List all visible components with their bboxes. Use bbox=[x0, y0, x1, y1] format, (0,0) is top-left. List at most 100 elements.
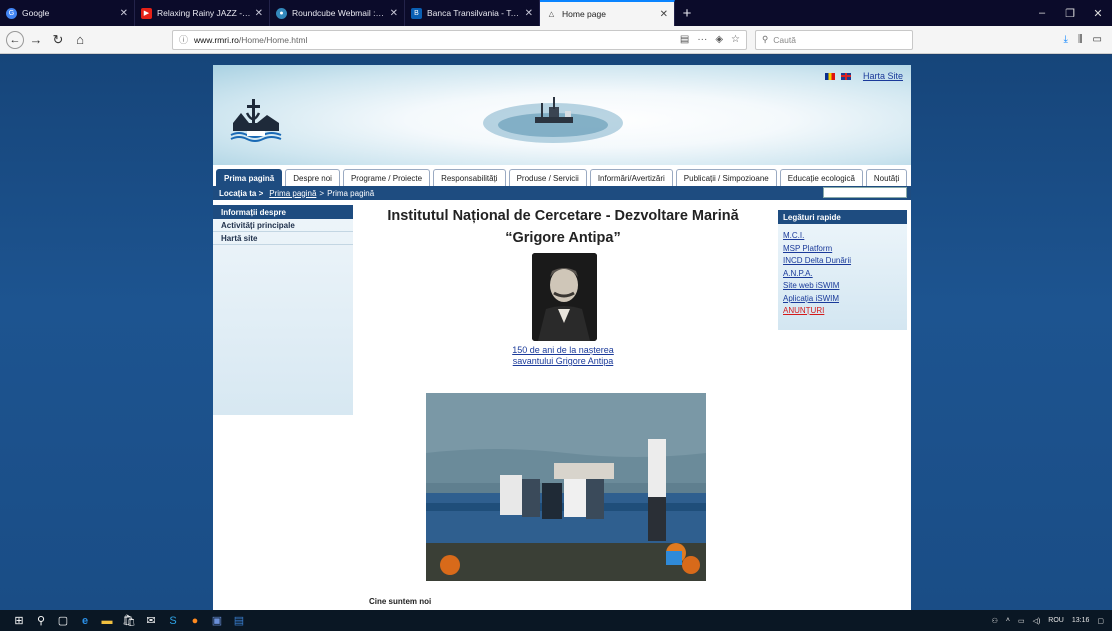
close-icon[interactable]: ✕ bbox=[255, 8, 263, 19]
breadcrumb-separator: > bbox=[319, 188, 325, 198]
clock[interactable]: 13:16 bbox=[1072, 617, 1090, 625]
sidebar-item-harta-site[interactable]: Hartă site bbox=[213, 232, 353, 245]
window-controls: – ❐ ✕ bbox=[1028, 0, 1112, 26]
quick-links-list: M.C.I. MSP Platform INCD Delta Dunării A… bbox=[778, 224, 907, 318]
menu-tab-noutati[interactable]: Noutăți bbox=[865, 169, 908, 186]
menu-tab-responsabilitati[interactable]: Responsabilități bbox=[433, 169, 506, 186]
reader-view-icon[interactable]: ▤ bbox=[680, 34, 689, 45]
chevron-up-icon[interactable]: ˄ bbox=[1006, 617, 1010, 624]
breadcrumb: Locația ta > Prima pagină > Prima pagină bbox=[213, 186, 911, 200]
library-icon[interactable]: ⫼ bbox=[1078, 34, 1083, 45]
tab-label: Relaxing Rainy JAZZ - Amaz bbox=[157, 8, 251, 18]
volume-icon[interactable]: ◁) bbox=[1033, 617, 1041, 625]
language-indicator[interactable]: ROU bbox=[1048, 617, 1064, 624]
menu-tab-programe-proiecte[interactable]: Programe / Proiecte bbox=[342, 169, 431, 186]
minimize-icon[interactable]: – bbox=[1028, 7, 1056, 19]
mail-icon: ● bbox=[276, 7, 287, 19]
search-icon: ⚲ bbox=[762, 34, 769, 44]
tab-home-page[interactable]: △ Home page ✕ bbox=[540, 0, 675, 26]
menu-tab-despre-noi[interactable]: Despre noi bbox=[285, 169, 340, 186]
close-icon[interactable]: ✕ bbox=[660, 9, 668, 20]
windows-start-icon[interactable]: ⊞ bbox=[8, 610, 30, 631]
main-content: Institutul Național de Cercetare - Dezvo… bbox=[353, 205, 773, 606]
home-button[interactable]: ⌂ bbox=[70, 30, 90, 50]
save-icon[interactable]: ▣ bbox=[206, 610, 228, 631]
network-icon[interactable]: ▭ bbox=[1018, 617, 1025, 625]
tab-google[interactable]: G Google ✕ bbox=[0, 0, 135, 26]
english-flag-icon[interactable] bbox=[840, 72, 851, 80]
search-icon[interactable]: ⚲ bbox=[30, 610, 52, 631]
toolbar-icons: ⤓ ⫼ ▭ bbox=[1064, 34, 1106, 45]
close-icon[interactable]: ✕ bbox=[390, 8, 398, 19]
breadcrumb-label: Locația ta > bbox=[219, 188, 264, 198]
back-button[interactable]: ← bbox=[6, 30, 24, 49]
info-icon[interactable]: ⓘ bbox=[179, 33, 188, 46]
link-anpa[interactable]: A.N.P.A. bbox=[783, 268, 902, 281]
page-container: Harta Site Prima pagină Despre noi Progr… bbox=[213, 65, 911, 610]
menu-tab-educatie-ecologica[interactable]: Educație ecologică bbox=[779, 169, 863, 186]
harta-site-link[interactable]: Harta Site bbox=[863, 71, 903, 81]
sidebar-icon[interactable]: ▭ bbox=[1093, 34, 1102, 45]
grigore-antipa-portrait[interactable] bbox=[532, 253, 597, 341]
site-search-input[interactable] bbox=[823, 187, 907, 198]
close-window-icon[interactable]: ✕ bbox=[1084, 7, 1112, 20]
app-icon[interactable]: ▤ bbox=[228, 610, 250, 631]
breadcrumb-link-home[interactable]: Prima pagină bbox=[269, 189, 316, 198]
anniversary-link[interactable]: 150 de ani de la nașterea savantului Gri… bbox=[453, 345, 673, 367]
url-host: www.rmri.ro bbox=[194, 34, 239, 45]
task-view-icon[interactable]: ▢ bbox=[52, 610, 74, 631]
tab-youtube[interactable]: ▶ Relaxing Rainy JAZZ - Amaz ✕ bbox=[135, 0, 270, 26]
notifications-icon[interactable]: ▢ bbox=[1097, 617, 1104, 625]
main-menu: Prima pagină Despre noi Programe / Proie… bbox=[216, 169, 908, 186]
url-bar[interactable]: ⓘ www.rmri.ro /Home/Home.html ▤ ··· ◈ ☆ bbox=[172, 29, 747, 50]
close-icon[interactable]: ✕ bbox=[120, 8, 128, 19]
page-title: Institutul Național de Cercetare - Dezvo… bbox=[387, 208, 739, 224]
link-mci[interactable]: M.C.I. bbox=[783, 230, 902, 243]
tab-label: Roundcube Webmail :: Inbox bbox=[292, 8, 386, 18]
romanian-flag-icon[interactable] bbox=[824, 72, 835, 80]
search-placeholder: Caută bbox=[773, 34, 796, 45]
sidebar-item-activitati[interactable]: Activități principale bbox=[213, 219, 353, 232]
quick-links-header: Legături rapide bbox=[778, 210, 907, 224]
tab-label: Google bbox=[22, 8, 50, 18]
url-path: /Home/Home.html bbox=[238, 34, 308, 45]
file-explorer-icon[interactable]: ▬ bbox=[96, 610, 118, 631]
link-msp-platform[interactable]: MSP Platform bbox=[783, 243, 902, 256]
sidebar-header: Informații despre bbox=[213, 205, 353, 219]
windows-taskbar: ⊞ ⚲ ▢ e ▬ 🛍 ✉ S ● ▣ ▤ ⚇ ˄ ▭ ◁) ROU 13:16… bbox=[0, 610, 1112, 631]
store-icon[interactable]: 🛍 bbox=[118, 610, 140, 631]
bookmark-star-icon[interactable]: ☆ bbox=[731, 34, 740, 45]
mail-icon[interactable]: ✉ bbox=[140, 610, 162, 631]
people-icon[interactable]: ⚇ bbox=[992, 617, 998, 625]
pocket-icon[interactable]: ◈ bbox=[715, 34, 723, 45]
tab-banca[interactable]: B Banca Transilvania - Tomis No ✕ bbox=[405, 0, 540, 26]
download-icon[interactable]: ⤓ bbox=[1064, 34, 1068, 45]
edge-icon[interactable]: e bbox=[74, 610, 96, 631]
firefox-icon[interactable]: ● bbox=[184, 610, 206, 631]
caption-line-2: savantului Grigore Antipa bbox=[512, 356, 614, 366]
tab-roundcube[interactable]: ● Roundcube Webmail :: Inbox ✕ bbox=[270, 0, 405, 26]
link-aplicatia-iswim[interactable]: Aplicația iSWIM bbox=[783, 293, 902, 306]
page-actions-icon[interactable]: ··· bbox=[697, 34, 707, 45]
research-vessel-photo bbox=[426, 393, 706, 581]
quick-links-box: Legături rapide M.C.I. MSP Platform INCD… bbox=[778, 210, 907, 330]
search-input[interactable]: ⚲ Caută bbox=[755, 29, 913, 50]
link-anunturi[interactable]: ANUNȚURI bbox=[783, 305, 902, 318]
forward-button[interactable]: → bbox=[26, 30, 46, 50]
reload-button[interactable]: ↻ bbox=[48, 30, 68, 50]
skype-icon[interactable]: S bbox=[162, 610, 184, 631]
maximize-icon[interactable]: ❐ bbox=[1056, 7, 1084, 20]
breadcrumb-current: Prima pagină bbox=[327, 188, 375, 198]
link-incd-delta-dunarii[interactable]: INCD Delta Dunării bbox=[783, 255, 902, 268]
google-icon: G bbox=[6, 7, 17, 19]
language-selector: Harta Site bbox=[824, 71, 903, 81]
menu-tab-produse-servicii[interactable]: Produse / Servicii bbox=[508, 169, 587, 186]
ship-image bbox=[483, 97, 623, 143]
navigation-bar: ← → ↻ ⌂ ⓘ www.rmri.ro /Home/Home.html ▤ … bbox=[0, 26, 1112, 54]
close-icon[interactable]: ✕ bbox=[525, 8, 533, 19]
menu-tab-publicatii[interactable]: Publicații / Simpozioane bbox=[675, 169, 777, 186]
menu-tab-prima-pagina[interactable]: Prima pagină bbox=[216, 169, 283, 186]
link-site-web-iswim[interactable]: Site web iSWIM bbox=[783, 280, 902, 293]
new-tab-button[interactable]: + bbox=[675, 0, 699, 26]
menu-tab-informari-avertizari[interactable]: Informări/Avertizări bbox=[589, 169, 673, 186]
